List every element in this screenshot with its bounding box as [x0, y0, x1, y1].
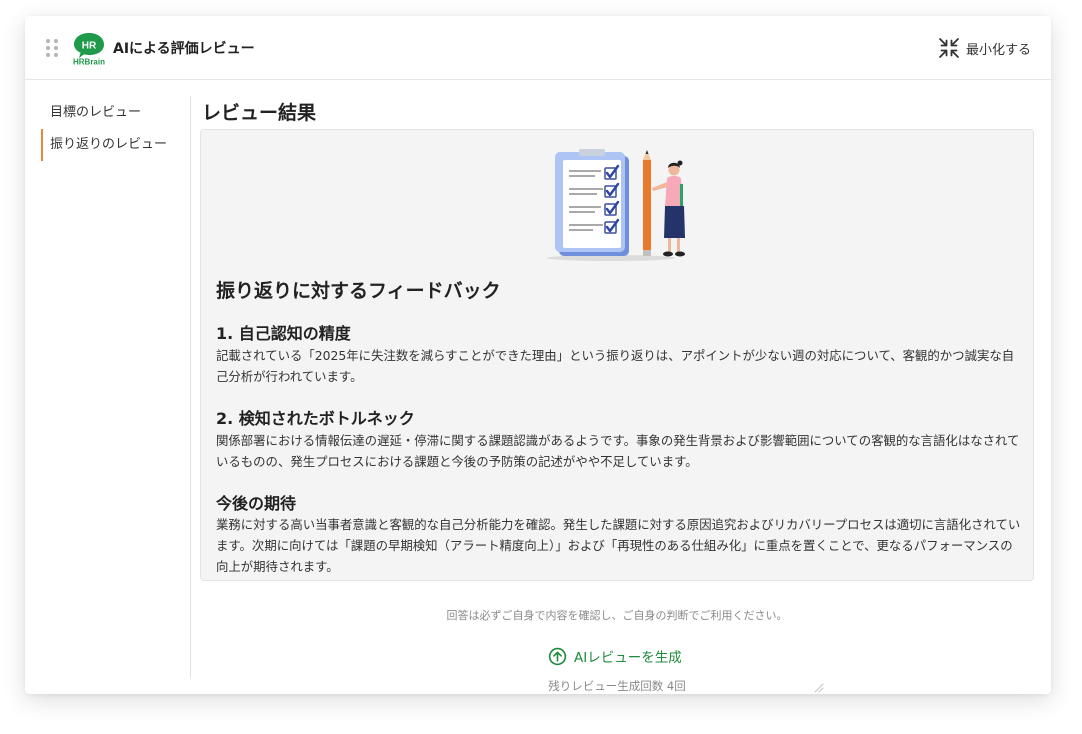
dialog-title: AIによる評価レビュー: [113, 41, 255, 57]
section-heading-expectations: 今後の期待: [216, 494, 297, 513]
hrbrain-logo: HR HRBrain: [71, 31, 107, 67]
sidebar-item-reflection-review[interactable]: 振り返りのレビュー: [41, 129, 189, 161]
dialog-header: HR HRBrain AIによる評価レビュー 最小化する: [25, 16, 1051, 80]
remaining-generations: 残りレビュー生成回数 4回: [548, 679, 686, 693]
generate-ai-review-button[interactable]: AIレビューを生成: [548, 644, 682, 668]
minimize-label: 最小化する: [965, 42, 1031, 58]
section-body-expectations: 業務に対する高い当事者意識と客観的な自己分析能力を確認。発生した課題に対する原因…: [216, 517, 1021, 574]
clipboard-checklist-illustration: [547, 149, 685, 261]
brand-badge-text: HR: [82, 41, 97, 52]
brand-name-text: HRBrain: [73, 58, 105, 67]
section-body-bottleneck: 関係部署における情報伝達の遅延・停滞に関する課題認識があるようです。事象の発生背…: [216, 433, 1020, 469]
review-result-panel[interactable]: 振り返りに対するフィードバック 1. 自己認知の精度 記載されている「2025年…: [200, 129, 1034, 581]
drag-handle-icon[interactable]: [46, 39, 60, 57]
section-heading-bottleneck: 2. 検知されたボトルネック: [216, 409, 415, 428]
review-main: レビュー結果 振り返りに対するフィードバック 1. 自己認知の精度 記載されてい…: [200, 96, 1036, 694]
resize-grip-icon[interactable]: [812, 681, 824, 693]
review-result-title: レビュー結果: [202, 102, 317, 124]
review-sidebar: 目標のレビュー 振り返りのレビュー: [25, 96, 191, 678]
minimize-arrows-icon: [939, 38, 959, 58]
arrow-up-circle-icon: [548, 647, 567, 665]
section-heading-self-awareness: 1. 自己認知の精度: [216, 324, 351, 343]
section-body-self-awareness: 記載されている「2025年に失注数を減らすことができた理由」という振り返りは、ア…: [216, 348, 1015, 384]
generate-ai-review-label: AIレビューを生成: [574, 650, 682, 666]
minimize-button[interactable]: 最小化する: [938, 36, 1031, 60]
feedback-title: 振り返りに対するフィードバック: [216, 280, 501, 302]
ai-disclaimer: 回答は必ずご自身で内容を確認し、ご自身の判断でご利用ください。: [446, 609, 788, 622]
sidebar-item-goal-review[interactable]: 目標のレビュー: [41, 97, 189, 129]
review-dialog: HR HRBrain AIによる評価レビュー 最小化する 目標のレビュー 振り返…: [25, 16, 1051, 694]
